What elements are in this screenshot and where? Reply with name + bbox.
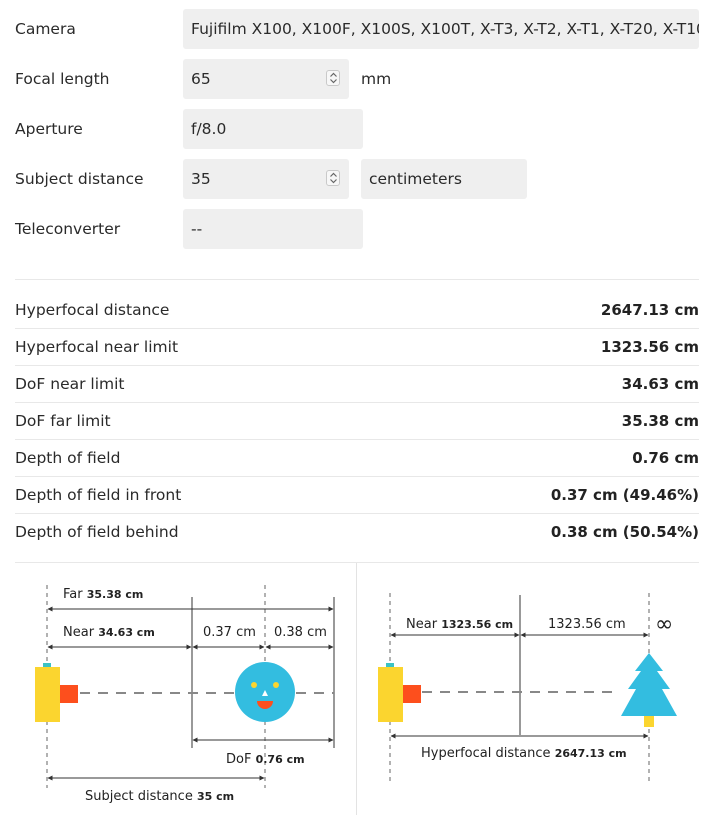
subject-distance-row: Subject distance 35 centimeters — [0, 159, 715, 199]
teleconverter-value: -- — [191, 220, 203, 238]
behind-dof-label: 0.38 cm — [274, 625, 327, 640]
hyperfocal-diagram: Near 1323.56 cm 1323.56 cm ∞ Hyperfocal … — [378, 593, 677, 781]
focal-length-value: 65 — [191, 70, 211, 88]
divider — [15, 279, 699, 280]
result-value: 35.38 cm — [621, 412, 699, 430]
distance-unit-select[interactable]: centimeters — [361, 159, 527, 199]
result-label: Depth of field behind — [15, 523, 179, 541]
camera-icon — [378, 663, 421, 722]
far-label: Far 35.38 cm — [63, 587, 143, 602]
camera-select-value: Fujifilm X100, X100F, X100S, X100T, X-T3… — [191, 20, 699, 38]
result-row-dof-in-front: Depth of field in front 0.37 cm (49.46%) — [15, 477, 699, 514]
result-row-hyperfocal-near-limit: Hyperfocal near limit 1323.56 cm — [15, 329, 699, 366]
dof-label: DoF 0.76 cm — [226, 752, 305, 767]
aperture-row: Aperture f/8.0 — [0, 109, 715, 149]
tree-icon — [621, 653, 677, 727]
camera-select[interactable]: Fujifilm X100, X100F, X100S, X100T, X-T3… — [183, 9, 699, 49]
hyperfocal-distance-dim-label: Hyperfocal distance 2647.13 cm — [421, 746, 627, 761]
chevron-up-down-icon — [330, 72, 337, 84]
aperture-select[interactable]: f/8.0 — [183, 109, 363, 149]
focal-length-row: Focal length 65 mm — [0, 59, 715, 99]
focal-length-stepper[interactable] — [326, 70, 340, 86]
camera-row: Camera Fujifilm X100, X100F, X100S, X100… — [0, 9, 715, 49]
depth-of-field-diagram: Far 35.38 cm Near 34.63 cm 0.37 cm 0.38 … — [35, 585, 335, 804]
face-icon — [235, 662, 295, 722]
result-row-dof-behind: Depth of field behind 0.38 cm (50.54%) — [15, 514, 699, 551]
result-value: 0.37 cm (49.46%) — [550, 486, 699, 504]
result-label: Depth of field in front — [15, 486, 182, 504]
chevron-up-down-icon — [330, 172, 337, 184]
subject-distance-value: 35 — [191, 170, 211, 188]
result-label: Hyperfocal near limit — [15, 338, 179, 356]
infinity-symbol: ∞ — [655, 612, 673, 637]
result-value: 0.38 cm (50.54%) — [550, 523, 699, 541]
result-value: 1323.56 cm — [600, 338, 699, 356]
teleconverter-select[interactable]: -- — [183, 209, 363, 249]
result-row-dof-far-limit: DoF far limit 35.38 cm — [15, 403, 699, 440]
result-row-dof-near-limit: DoF near limit 34.63 cm — [15, 366, 699, 403]
aperture-label: Aperture — [15, 120, 83, 138]
distance-unit-value: centimeters — [369, 170, 462, 188]
focal-length-unit: mm — [361, 70, 392, 88]
far-segment-label: 1323.56 cm — [548, 617, 626, 632]
result-row-depth-of-field: Depth of field 0.76 cm — [15, 440, 699, 477]
result-value: 2647.13 cm — [600, 301, 699, 319]
camera-label: Camera — [15, 20, 76, 38]
near-label: Near 1323.56 cm — [406, 617, 513, 632]
subject-distance-input[interactable]: 35 — [183, 159, 349, 199]
teleconverter-label: Teleconverter — [15, 220, 121, 238]
subject-distance-stepper[interactable] — [326, 170, 340, 186]
result-label: DoF far limit — [15, 412, 111, 430]
result-label: Depth of field — [15, 449, 121, 467]
result-label: DoF near limit — [15, 375, 125, 393]
subject-distance-dim-label: Subject distance 35 cm — [85, 789, 234, 804]
aperture-value: f/8.0 — [191, 120, 227, 138]
result-row-hyperfocal-distance: Hyperfocal distance 2647.13 cm — [15, 292, 699, 329]
teleconverter-row: Teleconverter -- — [0, 209, 715, 249]
subject-distance-label: Subject distance — [15, 170, 144, 188]
result-value: 34.63 cm — [621, 375, 699, 393]
result-value: 0.76 cm — [632, 449, 699, 467]
result-label: Hyperfocal distance — [15, 301, 170, 319]
front-dof-label: 0.37 cm — [203, 625, 256, 640]
camera-icon — [35, 663, 78, 722]
focal-length-input[interactable]: 65 — [183, 59, 349, 99]
near-label: Near 34.63 cm — [63, 625, 155, 640]
focal-length-label: Focal length — [15, 70, 110, 88]
